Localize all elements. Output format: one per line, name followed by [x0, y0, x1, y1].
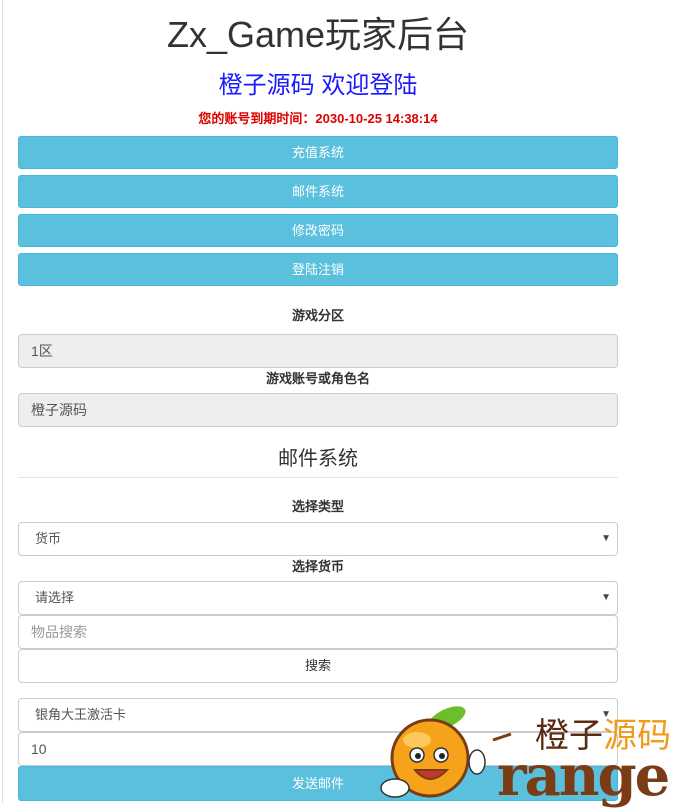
orange-mascot-icon — [380, 706, 512, 798]
logo-wordmark: range — [497, 743, 670, 809]
dropdown-caret-icon: ▼ — [601, 533, 611, 544]
type-select[interactable]: 货币 ▼ — [18, 522, 618, 556]
page-title: Zx_Game玩家后台 — [166, 14, 470, 55]
item-select-value: 银角大王激活卡 — [35, 707, 127, 722]
item-search-placeholder: 物品搜索 — [31, 624, 87, 640]
currency-select-value: 请选择 — [35, 590, 75, 605]
recharge-system-button[interactable]: 充值系统 — [18, 136, 618, 169]
select-type-label: 选择类型 — [291, 499, 344, 514]
dropdown-caret-icon: ▼ — [601, 592, 611, 603]
orange-source-logo: 橙子源码 range — [355, 700, 685, 809]
page-left-border — [2, 0, 3, 803]
currency-select[interactable]: 请选择 ▼ — [18, 581, 618, 615]
select-currency-label: 选择货币 — [291, 559, 344, 574]
search-button[interactable]: 搜索 — [18, 649, 618, 683]
mail-section-title: 邮件系统 — [278, 448, 358, 470]
account-expiry-notice: 您的账号到期时间：2030-10-25 14:38:14 — [198, 111, 438, 126]
logout-button[interactable]: 登陆注销 — [18, 253, 618, 286]
mail-system-button[interactable]: 邮件系统 — [18, 175, 618, 208]
type-select-value: 货币 — [35, 531, 62, 546]
admin-panel: Zx_Game玩家后台 橙子源码 欢迎登陆 您的账号到期时间：2030-10-2… — [18, 0, 618, 801]
change-password-button[interactable]: 修改密码 — [18, 214, 618, 247]
welcome-message: 橙子源码 欢迎登陆 — [218, 72, 418, 99]
role-name-field[interactable]: 橙子源码 — [18, 393, 618, 427]
game-zone-field[interactable]: 1区 — [18, 334, 618, 368]
game-zone-label: 游戏分区 — [291, 308, 344, 323]
role-name-label: 游戏账号或角色名 — [265, 371, 370, 386]
item-search-input[interactable]: 物品搜索 — [18, 615, 618, 649]
